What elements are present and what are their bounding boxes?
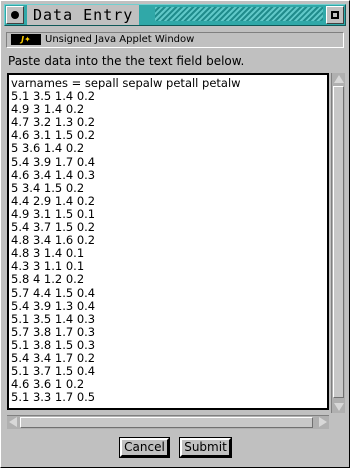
java-icon: J✦	[11, 34, 41, 45]
text-line: 5.1 3.5 1.4 0.3	[11, 311, 96, 326]
data-entry-window: Data Entry J✦ Unsigned Java Applet Windo…	[0, 0, 350, 468]
horizontal-scrollbar[interactable]	[7, 415, 329, 429]
window-menu-icon	[11, 11, 19, 19]
java-badge: J	[21, 35, 25, 44]
text-line: 5 3.4 1.5 0.2	[11, 180, 85, 195]
horizontal-scroll-thumb[interactable]	[20, 417, 313, 428]
text-line: 5.1 3.3 1.7 0.5	[11, 390, 96, 405]
data-text-content: varnames = sepall sepalw petall petalw 5.…	[11, 76, 241, 405]
text-line: 5.4 3.9 1.3 0.4	[11, 298, 96, 313]
text-line: 5.4 3.9 1.7 0.4	[11, 154, 96, 169]
window-menu-button[interactable]	[6, 6, 24, 24]
title-bar[interactable]: Data Entry	[4, 4, 346, 26]
window-title: Data Entry	[27, 5, 140, 25]
text-line: 5.7 4.4 1.5 0.4	[11, 285, 96, 300]
vertical-scrollbar[interactable]	[331, 73, 345, 413]
text-line: 5.7 3.8 1.7 0.3	[11, 324, 96, 339]
text-line: 5.8 4 1.2 0.2	[11, 272, 85, 287]
applet-warning-bar: J✦ Unsigned Java Applet Window	[6, 32, 344, 48]
text-line: 4.4 2.9 1.4 0.2	[11, 193, 96, 208]
text-line: 5.1 3.8 1.5 0.3	[11, 337, 96, 352]
data-text-field[interactable]: varnames = sepall sepalw petall petalw 5.…	[7, 73, 329, 410]
text-line: 4.6 3.4 1.4 0.3	[11, 167, 96, 182]
submit-button[interactable]: Submit	[179, 437, 232, 458]
maximize-icon	[331, 11, 339, 19]
vertical-scroll-thumb[interactable]	[333, 86, 344, 398]
applet-warning-text: Unsigned Java Applet Window	[45, 34, 195, 45]
instruction-label: Paste data into the the text field below…	[8, 54, 245, 68]
scroll-left-arrow-icon[interactable]	[9, 417, 17, 427]
scroll-down-arrow-icon[interactable]	[334, 403, 344, 411]
maximize-button[interactable]	[326, 6, 344, 24]
scroll-up-arrow-icon[interactable]	[334, 75, 344, 83]
cancel-button[interactable]: Cancel	[119, 437, 170, 458]
title-bar-stripes	[155, 7, 323, 21]
text-line: 5 3.6 1.4 0.2	[11, 141, 85, 156]
scroll-right-arrow-icon[interactable]	[319, 417, 327, 427]
